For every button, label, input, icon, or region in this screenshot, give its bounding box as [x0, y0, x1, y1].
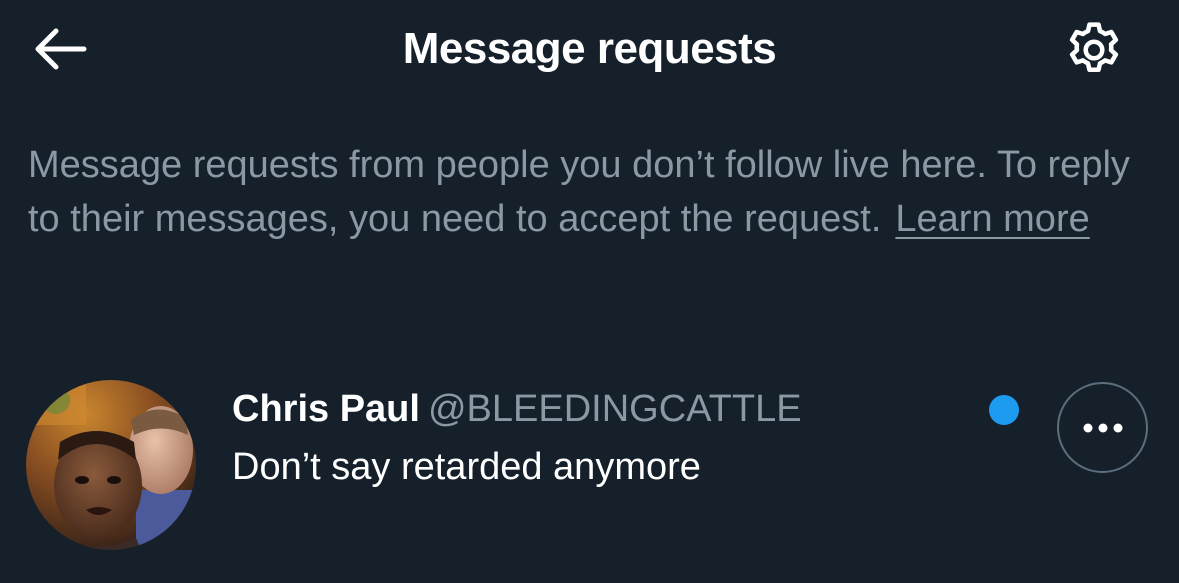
more-options-button[interactable]	[1057, 382, 1148, 473]
learn-more-link[interactable]: Learn more	[895, 198, 1089, 240]
avatar[interactable]	[26, 380, 196, 550]
unread-indicator	[989, 395, 1019, 425]
sender-handle: @BLEEDINGCATTLE	[427, 388, 802, 430]
settings-button[interactable]	[1058, 16, 1130, 84]
gear-icon	[1069, 22, 1119, 72]
message-request-item[interactable]: Chris Paul @BLEEDINGCATTLE Don’t say reta…	[0, 370, 1179, 560]
message-requests-screen: Message requests Message requests from p…	[0, 0, 1179, 583]
header: Message requests	[0, 0, 1179, 100]
more-horizontal-icon	[1083, 423, 1122, 432]
message-preview: Don’t say retarded anymore	[232, 446, 701, 488]
info-text: Message requests from people you don’t f…	[28, 138, 1158, 246]
sender-info: Chris Paul @BLEEDINGCATTLE	[232, 386, 802, 432]
avatar-image	[26, 380, 196, 550]
page-title: Message requests	[402, 24, 777, 73]
sender-name: Chris Paul	[232, 388, 420, 430]
